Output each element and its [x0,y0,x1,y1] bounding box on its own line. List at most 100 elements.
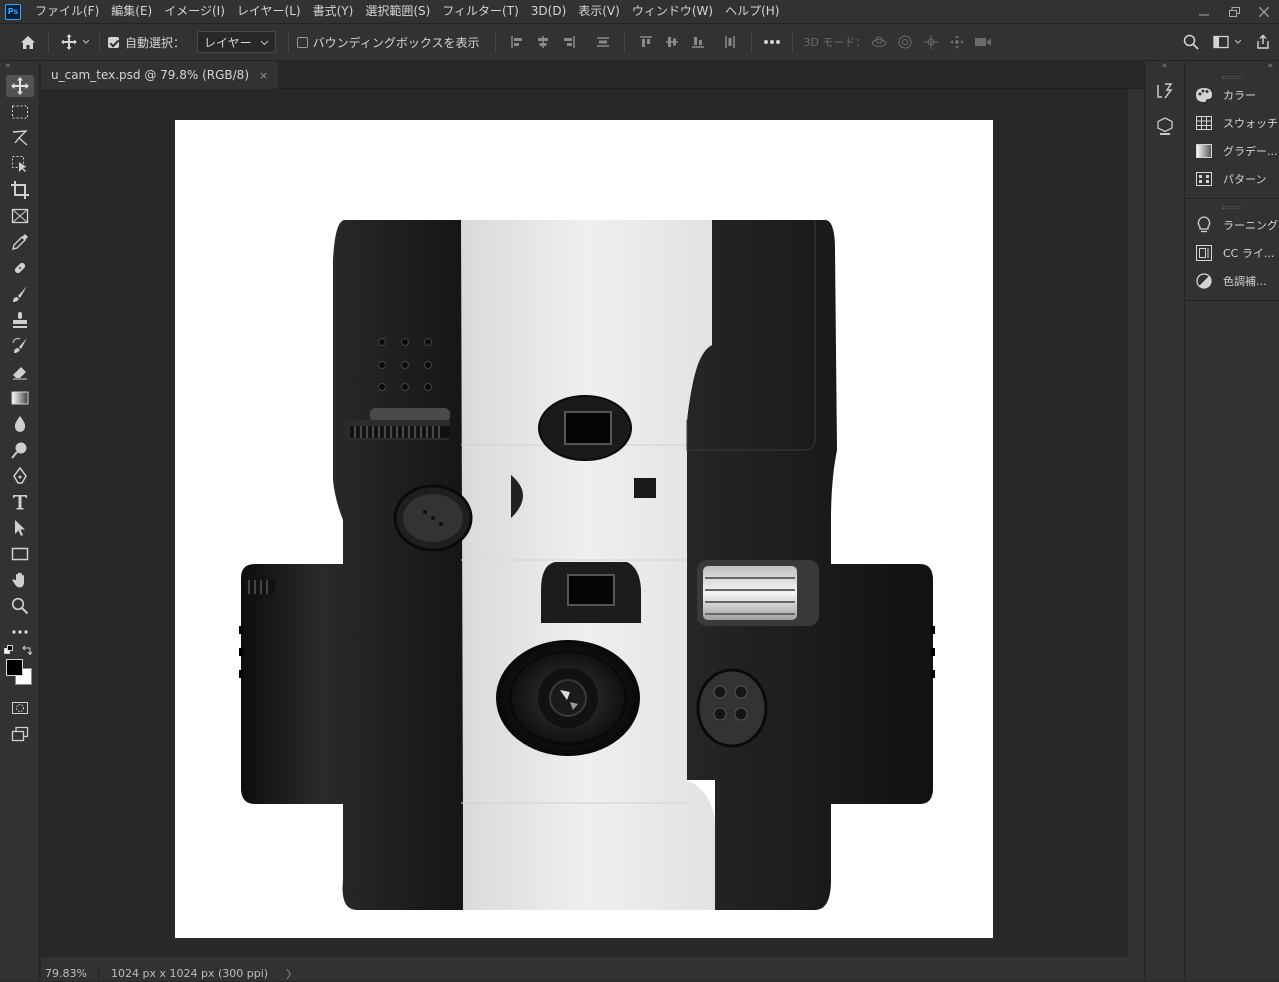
horizontal-scrollbar[interactable] [41,957,1128,966]
object-select-icon [12,156,27,172]
default-colors-icon[interactable] [4,645,16,655]
move-tool-preset-icon[interactable] [57,30,81,54]
document-info[interactable]: 1024 px x 1024 px (300 ppi) [103,967,276,980]
align-top-icon[interactable] [633,30,659,54]
screen-mode-tool[interactable] [0,721,40,747]
workspace-icon[interactable] [1209,30,1233,54]
menu-select[interactable]: 選択範囲(S) [359,0,436,23]
align-bottom-icon[interactable] [685,30,711,54]
panel-patterns[interactable]: パターン [1185,165,1279,193]
collapse-toolbar-icon[interactable]: » [0,61,39,73]
menu-layer[interactable]: レイヤー(L) [231,0,307,23]
menu-edit[interactable]: 編集(E) [105,0,158,23]
divider [751,31,753,53]
edit-toolbar-tool[interactable] [0,619,40,645]
rectangle-tool[interactable] [0,541,40,567]
zoom-tool[interactable] [0,593,40,619]
menu-3d[interactable]: 3D(D) [525,0,572,23]
crop-tool[interactable] [0,177,40,203]
eraser-tool[interactable] [0,359,40,385]
3d-orbit-icon[interactable] [866,30,892,54]
panel-group-grip[interactable] [1185,73,1279,81]
healing-brush-tool[interactable] [0,255,40,281]
marquee-tool[interactable] [0,99,40,125]
quick-mask-tool[interactable] [0,695,40,721]
frame-tool[interactable] [0,203,40,229]
divider [792,31,794,53]
restore-icon[interactable] [1219,0,1249,23]
move-tool[interactable] [0,73,40,99]
eyedropper-tool[interactable] [0,229,40,255]
menu-help[interactable]: ヘルプ(H) [719,0,785,23]
menu-type[interactable]: 書式(Y) [307,0,360,23]
zoom-level-field[interactable]: 79.83% [41,966,99,981]
drop-icon [14,416,26,432]
hand-tool[interactable] [0,567,40,593]
home-icon[interactable] [16,30,40,54]
panel-gradients[interactable]: グラデー... [1185,137,1279,165]
hand-icon [12,572,24,588]
object-select-tool[interactable] [0,151,40,177]
auto-select-checkbox[interactable] [108,36,119,48]
pen-tool[interactable] [0,463,40,489]
document-tab[interactable]: u_cam_tex.psd @ 79.8% (RGB/8) × [41,61,279,89]
foreground-color-swatch[interactable] [6,659,23,676]
app-logo: Ps [5,3,21,20]
3d-camera-icon[interactable] [970,30,996,54]
align-left-icon[interactable] [504,30,530,54]
blur-tool[interactable] [0,411,40,437]
auto-select-target-value: レイヤー [204,35,252,50]
arrow-pointer-icon [15,520,25,536]
more-options-icon[interactable] [760,30,784,54]
share-icon[interactable] [1251,30,1275,54]
lasso-tool[interactable] [0,125,40,151]
brush-tool[interactable] [0,281,40,307]
align-right-icon[interactable] [556,30,582,54]
swap-colors-icon[interactable] [22,645,34,655]
path-selection-tool[interactable] [0,515,40,541]
quick-mask-icon [12,702,28,714]
panel-cc-libraries[interactable]: CC ライ... [1185,239,1279,267]
close-tab-icon[interactable]: × [259,69,268,82]
bounding-box-checkbox[interactable] [296,36,308,48]
auto-select-target-dropdown[interactable]: レイヤー [197,31,276,53]
chevron-down-icon[interactable] [81,37,91,47]
menu-view[interactable]: 表示(V) [572,0,626,23]
3d-panel-button[interactable] [1145,109,1185,145]
window-controls [1189,0,1279,23]
collapse-strip-icon[interactable]: « [1145,61,1184,73]
menu-file[interactable]: ファイル(F) [29,0,105,23]
panel-group-divider [1185,193,1279,199]
menu-filter[interactable]: フィルター(T) [436,0,524,23]
3d-pan-icon[interactable] [918,30,944,54]
status-menu-arrow[interactable]: 〉 [286,966,297,982]
history-panel-button[interactable] [1145,73,1185,109]
frame-icon [11,208,29,224]
auto-select-label: 自動選択： [125,35,186,50]
align-horizontal-center-icon[interactable] [530,30,556,54]
vertical-scrollbar[interactable] [1128,89,1144,966]
search-icon[interactable] [1179,30,1203,54]
chevron-down-icon[interactable] [1233,37,1243,47]
gradient-tool[interactable] [0,385,40,411]
close-icon[interactable] [1249,0,1279,23]
menu-image[interactable]: イメージ(I) [158,0,231,23]
panel-group-grip[interactable] [1185,203,1279,211]
panel-learn[interactable]: ラーニング [1185,211,1279,239]
3d-slide-icon[interactable] [944,30,970,54]
minimize-icon[interactable] [1189,0,1219,23]
dodge-tool[interactable] [0,437,40,463]
type-tool[interactable] [0,489,40,515]
align-vertical-center-icon[interactable] [659,30,685,54]
menu-window[interactable]: ウィンドウ(W) [626,0,719,23]
distribute-horizontal-icon[interactable] [590,30,616,54]
document-canvas[interactable] [175,120,993,938]
distribute-vertical-icon[interactable] [717,30,743,54]
history-brush-tool[interactable] [0,333,40,359]
3d-roll-icon[interactable] [892,30,918,54]
panel-color[interactable]: カラー [1185,81,1279,109]
panel-swatches[interactable]: スウォッチ [1185,109,1279,137]
panel-adjustments[interactable]: 色調補... [1185,267,1279,295]
clone-stamp-tool[interactable] [0,307,40,333]
collapse-dock-icon[interactable]: « [1185,61,1279,73]
